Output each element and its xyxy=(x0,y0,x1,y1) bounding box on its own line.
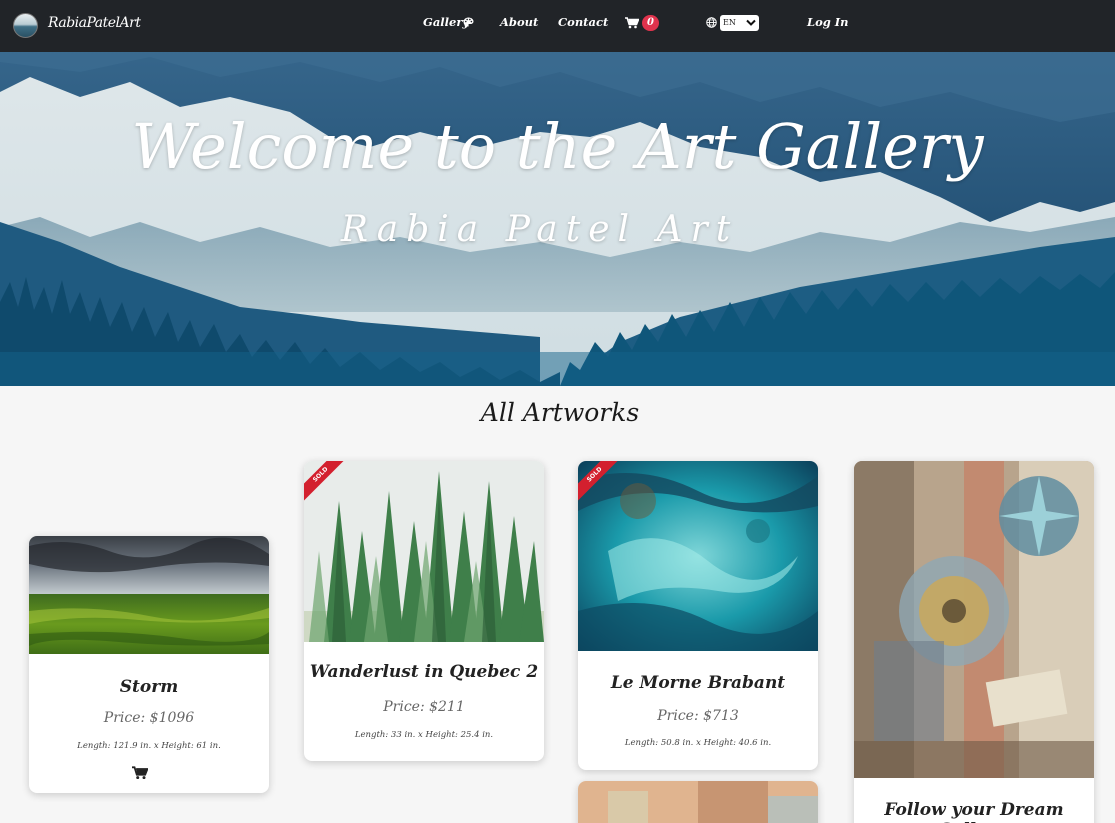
artwork-image[interactable] xyxy=(29,536,269,654)
nav-contact-link[interactable]: Contact xyxy=(558,15,608,29)
login-link[interactable]: Log In xyxy=(807,15,849,29)
artwork-image[interactable]: SOLD xyxy=(304,461,544,642)
artwork-image[interactable]: SOLD xyxy=(578,461,818,651)
navbar: RabiaPatelArt Gallery About Contact 0 EN… xyxy=(0,0,1115,52)
artwork-card[interactable] xyxy=(578,781,818,823)
artwork-dimensions: Length: 33 in. x Height: 25.4 in. xyxy=(354,730,494,740)
hero-banner: Welcome to the Art Gallery Rabia Patel A… xyxy=(0,52,1115,386)
language-select[interactable]: EN xyxy=(720,15,759,31)
artwork-card[interactable]: Storm Price: $1096 Length: 121.9 in. x H… xyxy=(29,536,269,793)
brand-name[interactable]: RabiaPatelArt xyxy=(48,15,141,31)
artwork-dimensions: Length: 121.9 in. x Height: 61 in. xyxy=(77,741,221,751)
cart-icon xyxy=(625,17,639,29)
globe-icon xyxy=(706,17,717,28)
artwork-price: Price: $1096 xyxy=(103,710,195,726)
artwork-title: Storm xyxy=(119,677,179,697)
artwork-title: Le Morne Brabant xyxy=(610,673,786,693)
logo-image[interactable] xyxy=(13,13,38,38)
cart-button[interactable]: 0 xyxy=(625,14,661,34)
hero-title: Welcome to the Art Gallery xyxy=(131,110,984,183)
artwork-price: Price: $211 xyxy=(383,699,465,715)
artwork-title: Wanderlust in Quebec 2 xyxy=(309,662,539,682)
add-to-cart-icon[interactable] xyxy=(132,766,148,780)
artwork-card[interactable]: SOLD Wanderlust in Quebec 2 Price: $211 … xyxy=(304,461,544,761)
artwork-dimensions: Length: 50.8 in. x Height: 40.6 in. xyxy=(624,738,772,748)
palette-icon xyxy=(463,17,474,27)
artwork-image[interactable] xyxy=(578,781,818,823)
artwork-price: Price: $713 xyxy=(657,708,739,724)
chevron-down-icon xyxy=(746,19,756,26)
artwork-image[interactable] xyxy=(854,461,1094,778)
language-value: EN xyxy=(723,18,736,27)
artwork-card[interactable]: Follow your Dream Collage xyxy=(854,461,1094,823)
section-title: All Artworks xyxy=(480,398,640,427)
artwork-card[interactable]: SOLD Le Morne Brabant Price: $713 Length… xyxy=(578,461,818,770)
nav-about-link[interactable]: About xyxy=(500,15,538,29)
hero-subtitle: Rabia Patel Art xyxy=(340,209,739,250)
cart-count-badge: 0 xyxy=(642,15,659,31)
artwork-title: Follow your Dream Collage xyxy=(884,800,1064,823)
